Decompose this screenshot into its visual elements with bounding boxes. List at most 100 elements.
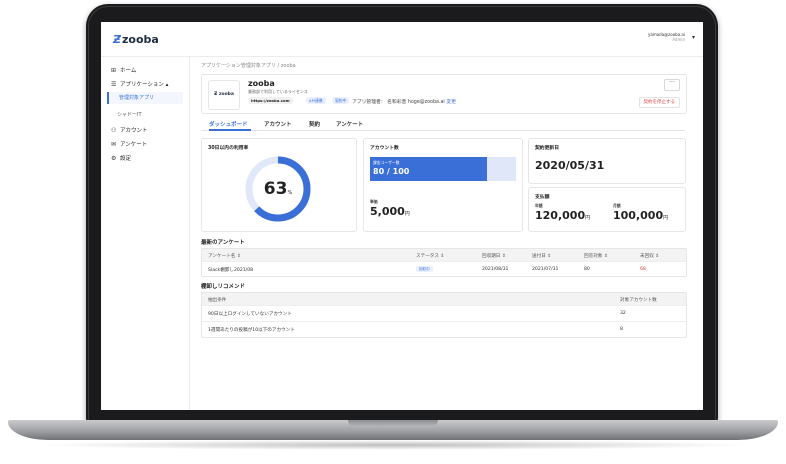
sidebar-item-label: アプリケーション (120, 82, 164, 88)
laptop-notch (348, 420, 438, 427)
sidebar-item-applications[interactable]: ☰ アプリケーション ▴ (111, 80, 168, 88)
sidebar-item-managed-apps[interactable]: 管理対象アプリ (107, 92, 183, 104)
recommend-table: 抽出条件 対象アカウント数 90日以上ログインしていないアカウント 32 1週間… (201, 292, 687, 338)
mail-icon: ✉ (111, 141, 117, 148)
column-header-targets[interactable]: 回答対象 ⇕ (584, 253, 608, 259)
sidebar-item-accounts[interactable]: ⚇ アカウント (111, 126, 148, 134)
unit-price-yen: 円 (404, 211, 410, 217)
more-options-button[interactable]: ··· (664, 79, 680, 91)
column-header-status[interactable]: ステータス ⇕ (416, 253, 444, 259)
home-icon: ⊞ (111, 67, 117, 74)
tab-accounts[interactable]: アカウント (264, 120, 292, 128)
sidebar-item-home[interactable]: ⊞ ホーム (111, 66, 136, 74)
monthly-yen: 円 (663, 215, 669, 221)
app-admin-text: アプリ管理者： 名和彩音 hoge@zooba.ai (352, 100, 445, 105)
tab-surveys[interactable]: アンケート (336, 120, 363, 128)
app-admin: アプリ管理者： 名和彩音 hoge@zooba.ai 変更 (352, 98, 456, 105)
column-header-due[interactable]: 回収期日 ⇕ (482, 253, 506, 259)
sidebar-item-settings[interactable]: ⚙ 設定 (111, 154, 131, 162)
screen: Ƶzooba yamada@zooba.ai Admin ▾ ⊞ ホーム ☰ アプリ… (101, 22, 703, 410)
monthly-number: 100,000 (613, 209, 664, 222)
survey-sent: 2021/07/31 (532, 267, 559, 272)
app-name: zooba (248, 79, 275, 88)
stop-contract-button[interactable]: 契約を停止する (638, 97, 680, 108)
survey-due: 2021/08/31 (482, 267, 509, 272)
table-header: 抽出条件 対象アカウント数 (202, 293, 686, 305)
survey-name: Slack棚卸し2021/08 (208, 268, 254, 273)
app-info-card: Ƶ zooba zooba 業務部で利用しているライセンス https://zo… (201, 74, 687, 114)
breadcrumb[interactable]: アプリケーション管理対象アプリ / zooba (201, 62, 296, 69)
annual-yen: 円 (585, 215, 591, 221)
table-row[interactable]: Slack棚卸し2021/08 回収中 2021/08/31 2021/07/3… (202, 261, 686, 276)
status-badge: 回収中 (416, 266, 433, 272)
condition-count: 8 (620, 327, 623, 332)
app-description: 業務部で利用しているライセンス (248, 89, 308, 94)
tab-bar: ダッシュボード アカウント 契約 アンケート (201, 118, 685, 131)
list-icon: ☰ (111, 81, 117, 88)
table-row[interactable]: 90日以上ログインしていないアカウント 32 (202, 305, 686, 320)
user-role: Admin (672, 37, 685, 42)
contract-status-badge: 契約中 (332, 97, 350, 104)
sidebar: ⊞ ホーム ☰ アプリケーション ▴ 管理対象アプリ シャドーIT ⚇ アカウント ✉… (101, 56, 190, 410)
survey-targets: 80 (584, 267, 590, 272)
change-admin-link[interactable]: 変更 (446, 100, 456, 105)
surveys-table: アンケート名 ⇕ ステータス ⇕ 回収期日 ⇕ 送付日 ⇕ 回答対象 ⇕ 未回収… (201, 248, 687, 277)
sidebar-item-label: アカウント (120, 128, 148, 134)
column-header-sent[interactable]: 送付日 ⇕ (532, 253, 551, 259)
condition-text: 90日以上ログインしていないアカウント (208, 312, 292, 317)
sidebar-item-label: アンケート (120, 142, 148, 148)
column-header-name[interactable]: アンケート名 ⇕ (208, 253, 241, 259)
logo-text: zooba (121, 33, 159, 46)
annual-amount: 120,000円 (535, 209, 590, 222)
logo[interactable]: Ƶzooba (113, 33, 159, 46)
sidebar-item-shadow-it[interactable]: シャドーIT (117, 111, 142, 118)
gear-icon: ⚙ (111, 155, 117, 162)
main-content: アプリケーション管理対象アプリ / zooba Ƶ zooba zooba 業務… (191, 56, 703, 410)
app-url-chip[interactable]: https://zooba.com (248, 97, 293, 104)
recommend-title: 棚卸しリコメンド (201, 284, 246, 290)
sidebar-item-label: ホーム (120, 68, 137, 74)
tab-dashboard[interactable]: ダッシュボード (209, 120, 248, 128)
survey-pending: 68 (640, 267, 646, 272)
unit-price-value: 5,000円 (370, 205, 410, 218)
active-tab-indicator (209, 129, 251, 131)
chevron-up-icon: ▴ (165, 82, 169, 88)
unit-price-number: 5,000 (370, 205, 405, 218)
laptop-shadow (30, 440, 756, 450)
paid-users-label: 課金ユーザー数 (373, 160, 400, 165)
column-header-pending[interactable]: 未回収 ⇕ (640, 253, 659, 259)
account-count-title: アカウント数 (370, 146, 399, 151)
users-icon: ⚇ (111, 127, 117, 134)
app-logo: Ƶ zooba (208, 80, 240, 110)
logo-mark-icon: Ƶ (113, 33, 121, 46)
table-header: アンケート名 ⇕ ステータス ⇕ 回収期日 ⇕ 送付日 ⇕ 回答対象 ⇕ 未回収… (202, 249, 686, 261)
renewal-card: 契約更新日 2020/05/31 (528, 138, 686, 184)
renewal-title: 契約更新日 (535, 146, 559, 151)
account-count-card: アカウント数 課金ユーザー数 80 / 100 単価 5,000円 (363, 138, 523, 232)
monthly-amount: 100,000円 (613, 209, 668, 222)
account-bar-track: 課金ユーザー数 80 / 100 (370, 157, 516, 181)
paid-users-value: 80 / 100 (373, 167, 410, 176)
usage-rate-unit: % (287, 190, 293, 196)
column-header-count: 対象アカウント数 (620, 298, 657, 303)
app-header: Ƶzooba yamada@zooba.ai Admin ▾ (101, 22, 703, 57)
usage-rate-title: 30日以内の利用率 (208, 146, 249, 151)
usage-rate-value: 63% (242, 179, 314, 199)
laptop-base (8, 420, 778, 440)
usage-rate-card: 30日以内の利用率 63% (201, 138, 357, 232)
annual-number: 120,000 (535, 209, 586, 222)
sidebar-item-surveys[interactable]: ✉ アンケート (111, 140, 147, 148)
column-header-condition: 抽出条件 (208, 298, 227, 303)
latest-surveys-title: 最新のアンケート (201, 240, 245, 246)
user-menu[interactable]: yamada@zooba.ai Admin (648, 32, 685, 42)
tab-contract[interactable]: 契約 (309, 120, 320, 128)
renewal-date: 2020/05/31 (535, 159, 605, 172)
condition-text: 1週間あたりの投稿が10以下のアカウント (208, 328, 295, 333)
condition-count: 32 (620, 311, 626, 316)
sidebar-item-label: 設定 (120, 156, 132, 162)
payment-card: 支払額 年額 120,000円 月額 100,000円 (528, 187, 686, 232)
table-row[interactable]: 1週間あたりの投稿が10以下のアカウント 8 (202, 321, 686, 336)
chevron-down-icon[interactable]: ▾ (692, 34, 695, 41)
payment-title: 支払額 (535, 195, 550, 200)
usage-rate-number: 63 (263, 179, 288, 199)
